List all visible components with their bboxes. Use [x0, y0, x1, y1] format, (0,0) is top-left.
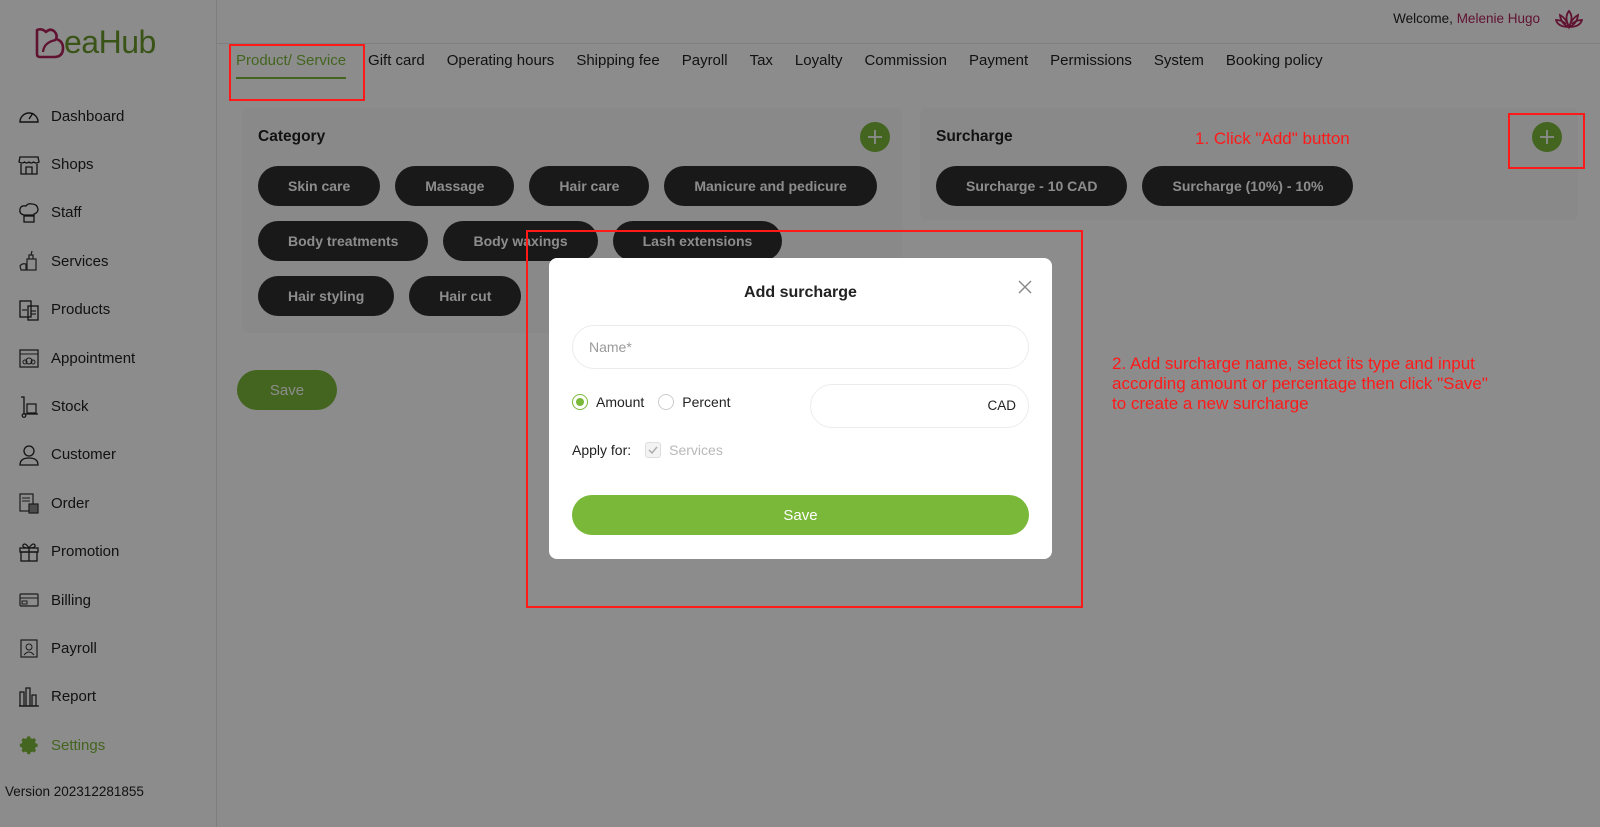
annotation-step1: 1. Click "Add" button — [1195, 129, 1350, 148]
annotation-highlight-tab — [229, 44, 365, 101]
annotation-step2: 2. Add surcharge name, select its type a… — [1112, 354, 1488, 414]
annotation-line: 2. Add surcharge name, select its type a… — [1112, 354, 1475, 373]
annotation-line: to create a new surcharge — [1112, 394, 1309, 413]
annotation-line: according amount or percentage then clic… — [1112, 374, 1488, 393]
annotation-highlight-add — [1508, 113, 1585, 169]
annotation-highlight-modal — [526, 230, 1083, 608]
